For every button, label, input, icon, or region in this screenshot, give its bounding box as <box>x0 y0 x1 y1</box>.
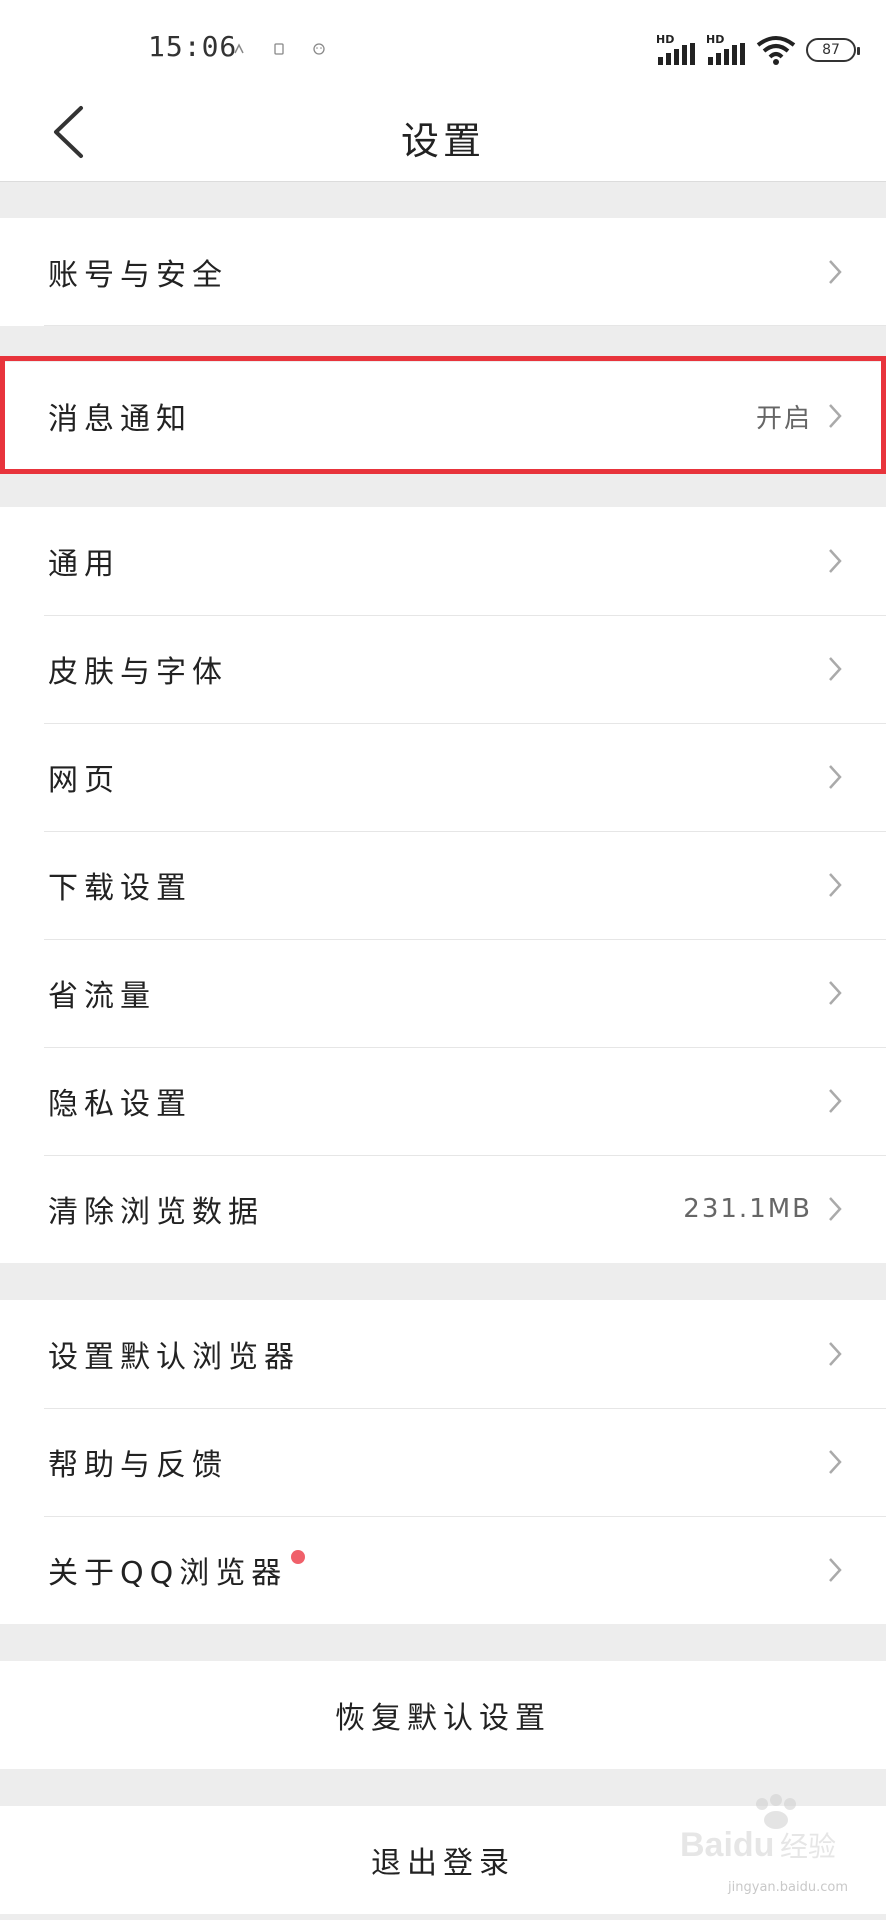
settings-item-webpage[interactable]: 网页 <box>0 723 886 831</box>
settings-item-label: 清除浏览数据 <box>48 1195 264 1230</box>
signal-icon-2: HD <box>706 33 746 65</box>
settings-item-label: 下载设置 <box>48 871 192 906</box>
nav-header: 设置 <box>0 82 886 182</box>
settings-item-clear-data[interactable]: 清除浏览数据 231.1MB <box>0 1155 886 1263</box>
settings-item-label: 消息通知 <box>48 402 192 437</box>
notification-status: 开启 <box>755 403 812 434</box>
status-icons: HD HD 87 <box>656 33 860 66</box>
about-label-wrap: 关于QQ浏览器 <box>48 1548 826 1592</box>
chevron-right-icon <box>829 1089 842 1113</box>
new-badge-dot <box>291 1550 306 1564</box>
settings-item-label: 隐私设置 <box>48 1087 192 1122</box>
settings-item-privacy[interactable]: 隐私设置 <box>0 1047 886 1155</box>
settings-item-default-browser[interactable]: 设置默认浏览器 <box>0 1300 886 1408</box>
chevron-right-icon <box>829 765 842 789</box>
chevron-right-icon <box>829 1342 842 1366</box>
settings-item-general[interactable]: 通用 <box>0 507 886 615</box>
settings-item-help-feedback[interactable]: 帮助与反馈 <box>0 1408 886 1516</box>
settings-item-label: 关于QQ浏览器 <box>48 1556 288 1591</box>
restore-defaults-button[interactable]: 恢复默认设置 <box>0 1661 886 1769</box>
chevron-right-icon <box>829 260 842 284</box>
battery-icon: 87 <box>806 38 860 62</box>
settings-group-notification: 消息通知 开启 <box>0 362 886 470</box>
settings-item-download[interactable]: 下载设置 <box>0 831 886 939</box>
settings-item-skin-font[interactable]: 皮肤与字体 <box>0 615 886 723</box>
settings-item-notifications[interactable]: 消息通知 开启 <box>0 362 886 470</box>
wifi-icon <box>756 36 796 65</box>
settings-item-label: 帮助与反馈 <box>48 1448 228 1483</box>
clipboard-icon <box>274 43 284 55</box>
divider <box>44 325 886 326</box>
settings-page: 15:06 HD HD 87 设置 账号与安全 消息通知 开启 通用 皮肤与字体… <box>0 0 886 1920</box>
settings-item-label: 皮肤与字体 <box>48 655 228 690</box>
chevron-right-icon <box>829 549 842 573</box>
settings-item-label: 通用 <box>48 547 120 582</box>
chevron-right-icon <box>829 981 842 1005</box>
page-title: 设置 <box>400 119 485 163</box>
settings-item-label: 账号与安全 <box>48 258 228 293</box>
chevron-right-icon <box>829 1197 842 1221</box>
settings-item-label: 设置默认浏览器 <box>48 1340 300 1375</box>
chevron-right-icon <box>829 404 842 428</box>
chevron-right-icon <box>829 873 842 897</box>
restore-group: 恢复默认设置 <box>0 1661 886 1769</box>
chevron-right-icon <box>829 1450 842 1474</box>
settings-item-about[interactable]: 关于QQ浏览器 <box>0 1516 886 1624</box>
settings-group-about: 设置默认浏览器 帮助与反馈 关于QQ浏览器 <box>0 1300 886 1624</box>
watermark-url: jingyan.baidu.com <box>728 1880 848 1895</box>
signal-icon: HD <box>656 33 696 65</box>
face-icon <box>313 43 325 55</box>
brand-cn-text: 经验 <box>780 1830 836 1863</box>
settings-group-general: 通用 皮肤与字体 网页 下载设置 省流量 隐私设置 清除浏览数据 231.1MB <box>0 507 886 1263</box>
battery-level: 87 <box>822 42 840 58</box>
cache-size: 231.1MB <box>683 1194 812 1224</box>
settings-group-account: 账号与安全 <box>0 218 886 326</box>
notification-icon <box>234 43 244 54</box>
chevron-right-icon <box>829 1558 842 1582</box>
settings-item-label: 省流量 <box>48 979 156 1014</box>
status-bar: 15:06 HD HD 87 <box>0 0 886 82</box>
settings-item-account-security[interactable]: 账号与安全 <box>0 218 886 326</box>
brand-text: Baidu <box>680 1826 774 1864</box>
settings-item-data-saver[interactable]: 省流量 <box>0 939 886 1047</box>
settings-item-label: 网页 <box>48 763 120 798</box>
chevron-right-icon <box>829 657 842 681</box>
baidu-jingyan-logo: Baidu 经验 <box>680 1794 836 1864</box>
status-time: 15:06 <box>148 30 238 63</box>
